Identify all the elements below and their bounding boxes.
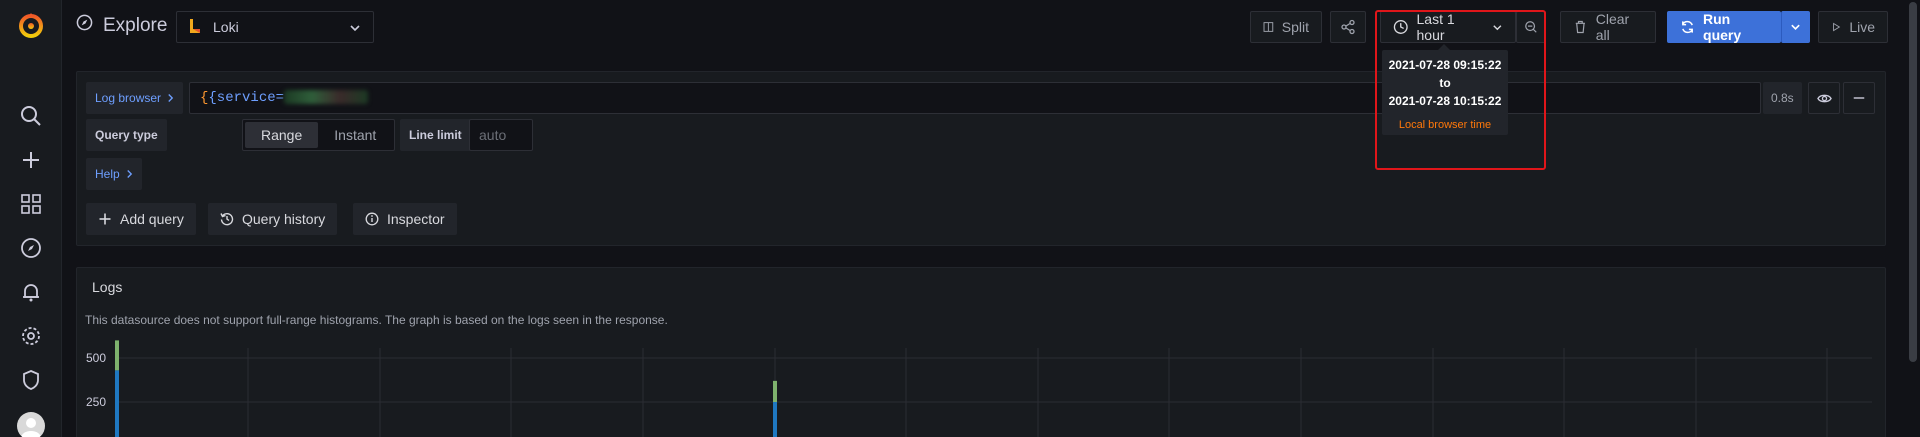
query-expression-text: {service= [208, 90, 285, 106]
query-history-button[interactable]: Query history [208, 203, 338, 235]
query-editor-row: Log browser {{service= 0.8s Query type R… [76, 71, 1886, 246]
search-icon[interactable] [20, 105, 42, 127]
clear-all-button[interactable]: Clear all [1560, 11, 1656, 43]
query-type-range[interactable]: Range [245, 122, 319, 148]
datasource-picker[interactable]: Loki [176, 11, 374, 43]
logs-volume-chart: 5002500 [86, 340, 1872, 437]
share-icon [1341, 19, 1355, 35]
log-browser-label: Log browser [95, 91, 162, 105]
dashboards-icon[interactable] [20, 193, 42, 215]
shield-icon[interactable] [20, 369, 42, 391]
run-query-button[interactable]: Run query [1667, 11, 1781, 43]
y-tick-label: 250 [86, 395, 106, 409]
line-limit-input[interactable]: auto [469, 119, 533, 151]
side-menu [0, 0, 62, 437]
histogram-bar [773, 380, 777, 402]
bell-icon[interactable] [20, 281, 42, 303]
compass-icon[interactable] [20, 237, 42, 259]
page-title: Explore [76, 14, 167, 37]
remove-query-button[interactable] [1843, 82, 1875, 114]
histogram-bar [773, 402, 777, 437]
loki-logo-icon [187, 17, 203, 38]
help-label: Help [95, 167, 120, 181]
gear-icon[interactable] [20, 325, 42, 347]
eye-icon [1816, 94, 1832, 102]
minus-icon [1853, 97, 1865, 99]
run-query-label: Run query [1703, 11, 1742, 43]
line-limit-label: Line limit [400, 119, 471, 151]
split-button[interactable]: Split [1250, 11, 1322, 43]
trash-icon [1575, 20, 1585, 34]
histogram-bar [115, 340, 119, 371]
live-label: Live [1849, 19, 1875, 35]
info-circle-icon [365, 212, 379, 226]
datasource-name: Loki [213, 19, 239, 35]
chevron-down-icon [1791, 24, 1800, 31]
user-avatar[interactable] [17, 412, 45, 437]
scrollbar-thumb[interactable] [1909, 2, 1917, 362]
inspector-label: Inspector [387, 211, 445, 227]
chevron-down-icon [349, 21, 361, 37]
redacted-value [284, 90, 369, 105]
split-icon [1263, 22, 1274, 32]
split-label: Split [1281, 19, 1309, 35]
logs-panel: Logs This datasource does not support fu… [76, 267, 1886, 437]
live-button[interactable]: Live [1818, 11, 1888, 43]
toggle-visibility-button[interactable] [1808, 82, 1840, 114]
histogram-note: This datasource does not support full-ra… [85, 313, 668, 327]
query-type-label: Query type [86, 119, 167, 151]
query-history-label: Query history [242, 211, 326, 227]
run-query-options-button[interactable] [1781, 11, 1810, 43]
compass-icon [76, 14, 93, 37]
logs-title: Logs [92, 279, 123, 295]
help-toggle-button[interactable]: Help [86, 158, 142, 190]
play-icon [1833, 22, 1841, 32]
annotation-highlight-box [1375, 10, 1546, 170]
add-query-button[interactable]: Add query [86, 203, 196, 235]
chevron-right-icon [168, 94, 174, 102]
query-type-instant[interactable]: Instant [318, 122, 392, 148]
histogram-bar [115, 370, 119, 437]
plus-icon [99, 213, 111, 225]
y-tick-label: 500 [86, 351, 106, 365]
share-button[interactable] [1330, 11, 1366, 43]
inspector-button[interactable]: Inspector [353, 203, 457, 235]
grafana-logo-icon[interactable] [18, 11, 44, 39]
log-browser-button[interactable]: Log browser [86, 82, 184, 114]
query-latency: 0.8s [1763, 82, 1802, 114]
page-title-text: Explore [103, 14, 168, 36]
explore-toolbar: Explore Loki Split Last 1 hour Clear all… [62, 0, 1906, 56]
chevron-right-icon [126, 170, 132, 178]
refresh-icon [1682, 20, 1693, 34]
history-icon [220, 213, 234, 226]
add-query-label: Add query [120, 211, 184, 227]
clear-all-label: Clear all [1595, 11, 1630, 43]
page-scrollbar[interactable] [1906, 0, 1920, 437]
plus-icon[interactable] [20, 149, 42, 171]
query-type-radio-group: Range Instant [242, 119, 396, 151]
